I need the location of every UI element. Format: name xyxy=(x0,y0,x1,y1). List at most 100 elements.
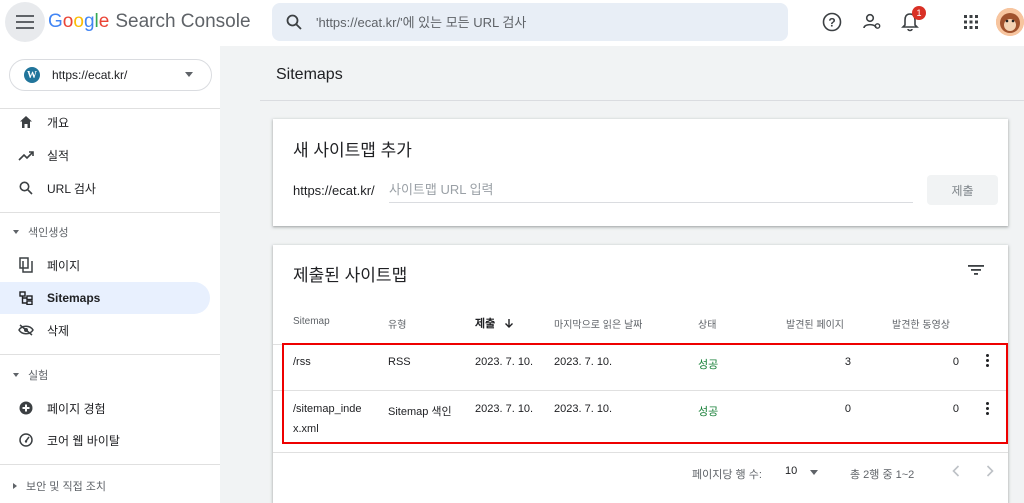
sidebar-divider xyxy=(0,354,220,355)
sidebar-section-indexing[interactable]: 색인생성 xyxy=(0,220,210,244)
apps-grid-icon xyxy=(964,15,978,29)
column-header-last-read[interactable]: 마지막으로 읽은 날짜 xyxy=(554,316,642,331)
left-navigation: W https://ecat.kr/ 개요 실적 URL 검사 색인생성 페이지… xyxy=(0,46,220,503)
sidebar-section-experience[interactable]: 실험 xyxy=(0,363,210,387)
sitemap-url-input[interactable] xyxy=(389,177,913,203)
column-header-submitted[interactable]: 제출 xyxy=(475,315,514,331)
submitted-sitemaps-title: 제출된 사이트맵 xyxy=(293,266,408,285)
sidebar-item-page-experience[interactable]: 페이지 경험 xyxy=(0,392,210,424)
sidebar-item-url-inspection[interactable]: URL 검사 xyxy=(0,172,210,204)
row-sitemap-path[interactable]: /rss xyxy=(293,356,311,368)
sidebar-item-label: 삭제 xyxy=(47,323,70,338)
next-page-button[interactable] xyxy=(980,461,1000,481)
account-avatar[interactable] xyxy=(996,8,1024,36)
row-last-read-date: 2023. 7. 10. xyxy=(554,403,613,415)
gauge-icon xyxy=(18,432,34,448)
sidebar-section-security[interactable]: 보안 및 직접 조치 xyxy=(0,474,210,498)
table-divider xyxy=(273,390,1008,391)
sitemap-icon xyxy=(18,290,34,306)
google-wordmark: Google xyxy=(48,11,109,33)
top-bar: Google Search Console ? 1 xyxy=(0,0,1024,46)
expand-caret-icon xyxy=(13,483,17,489)
sidebar-item-pages[interactable]: 페이지 xyxy=(0,249,210,281)
search-icon xyxy=(18,180,34,196)
row-sitemap-path-line1: /sitemap_inde xyxy=(293,403,362,415)
eye-off-icon xyxy=(18,322,34,338)
sidebar-item-label: 실적 xyxy=(47,148,70,163)
row-type: Sitemap 색인 xyxy=(388,406,452,418)
collapse-caret-icon xyxy=(13,230,19,234)
sidebar-item-removals[interactable]: 삭제 xyxy=(0,314,210,346)
sidebar-item-label: 페이지 경험 xyxy=(47,401,106,416)
row-sitemap-path[interactable]: /sitemap_inde x.xml xyxy=(293,403,362,435)
rows-per-page-caret-icon[interactable] xyxy=(810,470,818,475)
column-header-pages[interactable]: 발견된 페이지 xyxy=(786,316,844,331)
section-label: 색인생성 xyxy=(28,227,69,239)
row-sitemap-path-line2: x.xml xyxy=(293,423,319,435)
arrow-down-icon xyxy=(505,319,514,328)
logo-letter: e xyxy=(98,11,110,32)
logo-letter: G xyxy=(48,11,63,32)
notifications-button[interactable]: 1 xyxy=(898,6,926,34)
row-more-button[interactable] xyxy=(986,402,990,415)
url-inspect-search[interactable] xyxy=(272,3,788,41)
column-header-videos[interactable]: 발견한 동영상 xyxy=(892,316,950,331)
table-divider xyxy=(273,344,1008,345)
title-divider xyxy=(260,100,1024,101)
help-button[interactable]: ? xyxy=(820,10,844,34)
search-input[interactable] xyxy=(316,14,756,30)
sidebar-divider xyxy=(0,212,220,213)
rows-per-page-select[interactable]: 10 xyxy=(785,465,797,477)
sidebar-item-overview[interactable]: 개요 xyxy=(0,106,210,138)
help-icon: ? xyxy=(822,12,842,32)
prev-page-button[interactable] xyxy=(946,461,966,481)
property-url: https://ecat.kr/ xyxy=(52,68,128,82)
row-status: 성공 xyxy=(698,406,719,418)
trending-up-icon xyxy=(18,147,34,163)
search-icon xyxy=(286,14,302,30)
column-header-type[interactable]: 유형 xyxy=(388,316,406,331)
sidebar-item-sitemaps[interactable]: Sitemaps xyxy=(0,282,210,314)
chevron-right-icon xyxy=(986,465,994,477)
logo-letter: o xyxy=(73,11,84,32)
property-selector[interactable]: W https://ecat.kr/ xyxy=(9,59,212,91)
plus-circle-icon xyxy=(18,400,34,416)
notification-badge: 1 xyxy=(912,6,926,20)
row-more-button[interactable] xyxy=(986,354,990,367)
filter-button[interactable] xyxy=(967,263,989,281)
row-videos-count: 0 xyxy=(952,356,959,368)
logo-letter: g xyxy=(83,11,95,32)
add-sitemap-title: 새 사이트맵 추가 xyxy=(293,141,412,160)
row-type: RSS xyxy=(388,356,411,368)
table-divider xyxy=(273,452,1008,453)
row-status: 성공 xyxy=(698,359,719,371)
users-settings-button[interactable] xyxy=(860,10,884,34)
sidebar-item-label: 페이지 xyxy=(47,258,81,273)
column-header-sitemap[interactable]: Sitemap xyxy=(293,316,330,327)
rows-per-page-label: 페이지당 행 수: xyxy=(692,469,762,481)
sidebar-item-label: URL 검사 xyxy=(47,181,96,196)
logo-letter: o xyxy=(62,11,74,32)
sidebar-divider xyxy=(0,464,220,465)
sidebar-item-core-web-vitals[interactable]: 코어 웹 바이탈 xyxy=(0,424,210,456)
home-icon xyxy=(18,114,34,130)
avatar-image xyxy=(996,8,1024,36)
apps-button[interactable] xyxy=(959,10,983,34)
column-header-status[interactable]: 상태 xyxy=(698,316,716,331)
row-submitted-date: 2023. 7. 10. xyxy=(475,356,534,368)
row-submitted-date: 2023. 7. 10. xyxy=(475,403,534,415)
sidebar-item-performance[interactable]: 실적 xyxy=(0,139,210,171)
hamburger-icon xyxy=(16,15,34,29)
pages-icon xyxy=(18,257,34,273)
main-menu-button[interactable] xyxy=(5,2,45,42)
submit-sitemap-button[interactable]: 제출 xyxy=(927,175,998,205)
dropdown-caret-icon xyxy=(185,72,193,77)
sidebar-item-label: 개요 xyxy=(47,115,70,130)
row-pages-count: 3 xyxy=(844,356,851,368)
section-label: 실험 xyxy=(28,370,49,382)
svg-text:?: ? xyxy=(828,16,835,30)
sidebar-item-label: Sitemaps xyxy=(47,291,101,305)
product-name: Search Console xyxy=(115,11,251,32)
app-logo[interactable]: Google Search Console xyxy=(48,11,251,33)
section-label: 보안 및 직접 조치 xyxy=(26,481,107,493)
